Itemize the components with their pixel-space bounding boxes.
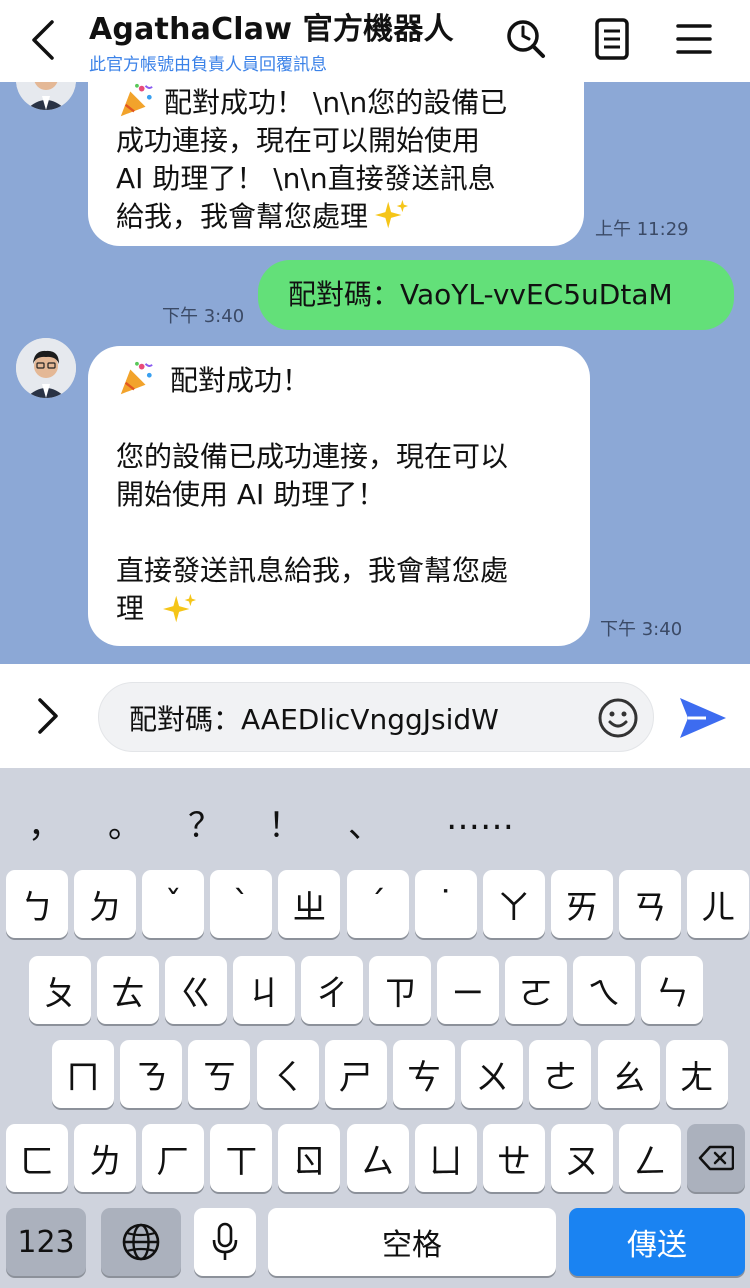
zhuyin-key[interactable]: ㄛ bbox=[505, 956, 567, 1024]
zhuyin-key[interactable]: ㄊ bbox=[97, 956, 159, 1024]
send-key-label: 傳送 bbox=[627, 1228, 687, 1263]
numbers-key-label: 123 bbox=[17, 1224, 75, 1260]
zhuyin-key[interactable]: ㄑ bbox=[256, 1040, 319, 1108]
zhuyin-key[interactable]: ㄏ bbox=[142, 1124, 205, 1192]
message-text: 配對成功！ \n\n您的設備已 成功連接，現在可以開始使用 AI 助理了！ \n… bbox=[116, 86, 508, 233]
zhuyin-key[interactable]: ㄈ bbox=[6, 1124, 68, 1192]
chat-title: AgathaClaw 官方機器人 bbox=[89, 12, 454, 47]
zhuyin-key[interactable]: ˇ bbox=[142, 870, 205, 938]
message-input-value: 配對碼：AAEDlicVnggJsidW bbox=[129, 703, 499, 736]
zhuyin-key[interactable]: ㄣ bbox=[641, 956, 703, 1024]
space-key[interactable]: 空格 bbox=[268, 1208, 556, 1276]
zhuyin-key[interactable]: ㄖ bbox=[278, 1124, 341, 1192]
zhuyin-key[interactable]: ˊ bbox=[346, 870, 409, 938]
send-icon[interactable] bbox=[676, 692, 730, 744]
zhuyin-key[interactable]: ㄓ bbox=[278, 870, 341, 938]
composer-bar: 配對碼：AAEDlicVnggJsidW bbox=[0, 664, 750, 768]
zhuyin-key[interactable]: ㄉ bbox=[74, 870, 137, 938]
zhuyin-key[interactable]: ㄦ bbox=[687, 870, 749, 938]
send-key[interactable]: 傳送 bbox=[569, 1208, 745, 1276]
zhuyin-key[interactable]: ˋ bbox=[210, 870, 273, 938]
chat-area[interactable]: 配對成功！ \n\n您的設備已 成功連接，現在可以開始使用 AI 助理了！ \n… bbox=[0, 82, 750, 664]
zhuyin-key[interactable]: ㄋ bbox=[120, 1040, 183, 1108]
back-chevron-icon[interactable] bbox=[24, 16, 64, 64]
zhuyin-key[interactable]: ㄡ bbox=[550, 1124, 613, 1192]
message-bubble: 配對成功！ \n\n您的設備已 成功連接，現在可以開始使用 AI 助理了！ \n… bbox=[88, 82, 584, 246]
zhuyin-key[interactable]: ㄐ bbox=[233, 956, 295, 1024]
message-timestamp: 下午 3:40 bbox=[162, 306, 245, 327]
punctuation-key[interactable]: 。 bbox=[108, 798, 142, 847]
message-text: 配對成功！ 您的設備已成功連接，現在可以 開始使用 AI 助理了！ 直接發送訊息… bbox=[116, 364, 509, 625]
avatar[interactable] bbox=[16, 338, 76, 398]
zhuyin-keyboard: 123 空格 傳送 ， 。 ？ ！ 、 …… ㄅㄉ ˇ ˋ ㄓ ˊ ˙ ㄚㄞㄢㄦㄆㄊㄍㄐㄔㄗㄧㄛㄟㄣㄇㄋ… bbox=[0, 768, 750, 1288]
zhuyin-key[interactable]: ㄅ bbox=[6, 870, 68, 938]
chat-header: AgathaClaw 官方機器人 此官方帳號由負責人員回覆訊息 bbox=[0, 0, 750, 82]
backspace-icon bbox=[698, 1145, 734, 1171]
globe-key[interactable] bbox=[101, 1208, 181, 1276]
message-text: 配對碼：VaoYL-vvEC5uDtaM bbox=[288, 278, 673, 311]
sparkles-icon bbox=[163, 593, 197, 623]
zhuyin-key[interactable]: ㄢ bbox=[618, 870, 681, 938]
zhuyin-key[interactable]: ㄒ bbox=[210, 1124, 273, 1192]
notes-icon[interactable] bbox=[590, 14, 634, 64]
menu-icon[interactable] bbox=[672, 14, 716, 64]
message-timestamp: 上午 11:29 bbox=[595, 219, 689, 240]
microphone-icon bbox=[212, 1222, 238, 1260]
sparkles-icon bbox=[375, 199, 409, 229]
microphone-key[interactable] bbox=[194, 1208, 256, 1276]
zhuyin-key[interactable]: ㄥ bbox=[618, 1124, 681, 1192]
punctuation-key[interactable]: ！ bbox=[268, 798, 302, 847]
zhuyin-key[interactable]: ㄆ bbox=[29, 956, 91, 1024]
zhuyin-key[interactable]: ㄗ bbox=[369, 956, 431, 1024]
message-input[interactable]: 配對碼：AAEDlicVnggJsidW bbox=[98, 682, 654, 752]
message-timestamp: 下午 3:40 bbox=[600, 619, 683, 640]
zhuyin-key[interactable]: ㄙ bbox=[346, 1124, 409, 1192]
zhuyin-key[interactable]: ㄕ bbox=[324, 1040, 387, 1108]
chevron-right-icon[interactable] bbox=[28, 692, 68, 740]
zhuyin-key[interactable]: ㄎ bbox=[188, 1040, 251, 1108]
punctuation-key[interactable]: …… bbox=[446, 798, 514, 838]
zhuyin-key[interactable]: ㄝ bbox=[482, 1124, 545, 1192]
zhuyin-key[interactable]: ㄤ bbox=[665, 1040, 728, 1108]
avatar[interactable] bbox=[16, 82, 76, 110]
zhuyin-key[interactable]: ㄇ bbox=[52, 1040, 114, 1108]
zhuyin-key[interactable]: ㄞ bbox=[550, 870, 613, 938]
backspace-key[interactable] bbox=[687, 1124, 745, 1192]
zhuyin-key[interactable]: ㄌ bbox=[74, 1124, 137, 1192]
zhuyin-key[interactable]: ㄩ bbox=[414, 1124, 477, 1192]
message-bubble: 配對成功！ 您的設備已成功連接，現在可以 開始使用 AI 助理了！ 直接發送訊息… bbox=[88, 346, 590, 646]
zhuyin-key[interactable]: ㄟ bbox=[573, 956, 635, 1024]
numbers-key[interactable]: 123 bbox=[6, 1208, 86, 1276]
party-popper-icon bbox=[120, 361, 153, 395]
punctuation-key[interactable]: 、 bbox=[348, 798, 382, 847]
party-popper-icon bbox=[120, 83, 153, 117]
zhuyin-key[interactable]: ㄚ bbox=[482, 870, 545, 938]
zhuyin-key[interactable]: ㄍ bbox=[165, 956, 227, 1024]
my-message-bubble: 配對碼：VaoYL-vvEC5uDtaM bbox=[258, 260, 734, 330]
zhuyin-key[interactable]: ㄧ bbox=[437, 956, 499, 1024]
space-key-label: 空格 bbox=[382, 1228, 442, 1263]
search-icon[interactable] bbox=[504, 14, 548, 64]
punctuation-key[interactable]: ， bbox=[28, 798, 62, 847]
zhuyin-key[interactable]: ㄠ bbox=[597, 1040, 660, 1108]
zhuyin-key[interactable]: ˙ bbox=[414, 870, 477, 938]
zhuyin-key[interactable]: ㄨ bbox=[461, 1040, 524, 1108]
zhuyin-key[interactable]: ㄔ bbox=[301, 956, 363, 1024]
chat-subtitle: 此官方帳號由負責人員回覆訊息 bbox=[89, 55, 327, 75]
zhuyin-key[interactable]: ㄜ bbox=[529, 1040, 592, 1108]
globe-icon bbox=[122, 1223, 160, 1261]
smiley-icon[interactable] bbox=[597, 697, 639, 739]
zhuyin-key[interactable]: ㄘ bbox=[393, 1040, 455, 1108]
punctuation-key[interactable]: ？ bbox=[188, 798, 222, 847]
